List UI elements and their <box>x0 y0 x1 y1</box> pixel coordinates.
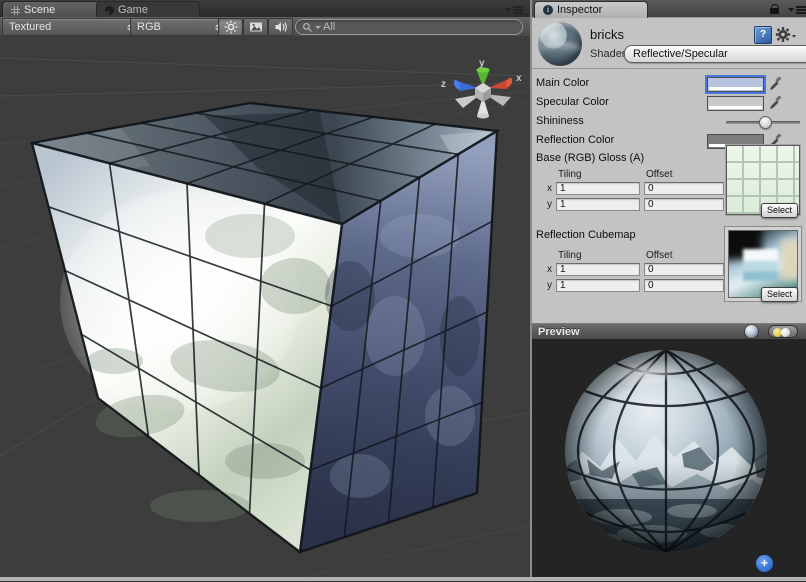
draw-mode-value: Textured <box>9 21 51 33</box>
gizmo-z-label: z <box>441 79 446 90</box>
color-mode-dropdown[interactable]: RGB <box>130 18 228 36</box>
base-offset-x-field[interactable] <box>644 182 724 195</box>
shader-dropdown-value: Reflective/Specular <box>633 48 728 60</box>
reflection-cubemap-label: Reflection Cubemap <box>536 229 636 241</box>
cubemap-tiling-header: Tiling <box>558 250 582 261</box>
cubemap-offset-x-field[interactable] <box>644 263 724 276</box>
gizmo-y-label: y <box>479 58 485 69</box>
inspector-panel: i Inspector bricks Shader Reflective/Spe… <box>532 0 806 581</box>
scene-panel: Scene Game Textured RGB <box>0 0 530 581</box>
shader-label: Shader <box>590 48 625 60</box>
base-y-axis-label: y <box>547 199 552 210</box>
tab-game-label: Game <box>118 4 148 16</box>
cubemap-select-button[interactable]: Select <box>761 287 798 302</box>
lighting-toggle-button[interactable] <box>218 18 243 36</box>
tab-scene[interactable]: Scene <box>2 1 104 18</box>
header-divider <box>532 68 806 69</box>
scene-tabbar: Scene Game <box>0 0 530 18</box>
scene-orientation-gizmo[interactable]: y x z <box>441 58 522 119</box>
help-button[interactable]: ? <box>754 26 772 44</box>
cubemap-x-axis-label: x <box>547 264 552 275</box>
audio-toggle-button[interactable] <box>268 18 293 36</box>
shininess-label: Shininess <box>536 115 584 127</box>
base-x-axis-label: x <box>547 183 552 194</box>
specular-color-label: Specular Color <box>536 96 609 108</box>
sun-icon <box>224 20 238 34</box>
tab-inspector-label: Inspector <box>557 4 602 16</box>
skybox-toggle-button[interactable] <box>243 18 268 36</box>
base-texture-select-button[interactable]: Select <box>761 203 798 218</box>
scene-search-field[interactable]: All <box>295 19 523 35</box>
material-preview-area[interactable]: + <box>532 339 806 577</box>
shader-dropdown[interactable]: Reflective/Specular <box>624 45 806 63</box>
white-sphere-icon <box>781 328 790 337</box>
slider-handle[interactable] <box>759 116 772 129</box>
preview-reflection-probes-button[interactable] <box>768 325 798 338</box>
search-filter-label: All <box>323 21 335 33</box>
material-preview-thumbnail[interactable] <box>538 22 582 66</box>
base-tiling-header: Tiling <box>558 169 582 180</box>
window-bottom-edge <box>0 577 806 581</box>
base-tiling-x-field[interactable] <box>556 182 640 195</box>
gear-menu-button[interactable] <box>775 26 797 43</box>
scene-3d-render: y x z <box>0 36 530 577</box>
search-filter-caret-icon <box>315 26 321 29</box>
cubemap-offset-header: Offset <box>646 250 673 261</box>
base-tiling-y-field[interactable] <box>556 198 640 211</box>
preview-sphere-render <box>532 339 806 577</box>
scene-viewport[interactable]: y x z <box>0 36 530 577</box>
inspector-pane-menu-icon[interactable] <box>788 5 806 15</box>
inspector-tabbar: i Inspector <box>532 0 806 18</box>
image-icon <box>249 21 263 33</box>
base-texture-label: Base (RGB) Gloss (A) <box>536 152 644 164</box>
preview-title: Preview <box>538 326 580 338</box>
scene-pane-menu-icon[interactable] <box>505 5 523 15</box>
cubemap-tiling-x-field[interactable] <box>556 263 640 276</box>
game-icon <box>105 6 114 15</box>
reflective-cube[interactable] <box>32 103 497 552</box>
color-mode-value: RGB <box>137 21 161 33</box>
material-name: bricks <box>590 27 624 42</box>
main-color-eyedropper-icon[interactable] <box>768 76 782 92</box>
base-offset-header: Offset <box>646 169 673 180</box>
scene-grid-icon <box>11 6 20 15</box>
lock-icon[interactable] <box>770 4 781 14</box>
alpha-strip <box>709 87 762 90</box>
search-icon <box>302 22 313 33</box>
specular-color-eyedropper-icon[interactable] <box>768 95 782 111</box>
speaker-icon <box>274 21 288 33</box>
alpha-strip <box>709 106 762 109</box>
main-color-label: Main Color <box>536 77 589 89</box>
tab-scene-label: Scene <box>24 4 55 16</box>
base-offset-y-field[interactable] <box>644 198 724 211</box>
tab-inspector[interactable]: i Inspector <box>534 1 648 18</box>
tab-game[interactable]: Game <box>96 1 200 18</box>
cubemap-tiling-y-field[interactable] <box>556 279 640 292</box>
reflection-color-label: Reflection Color <box>536 134 614 146</box>
draw-mode-dropdown[interactable]: Textured <box>2 18 140 36</box>
info-icon: i <box>543 5 553 15</box>
preview-lighting-button[interactable] <box>745 325 758 338</box>
gizmo-x-label: x <box>516 73 522 84</box>
main-color-swatch[interactable] <box>707 77 764 92</box>
specular-color-swatch[interactable] <box>707 96 764 111</box>
add-button[interactable]: + <box>756 555 773 572</box>
scene-toolbar: Textured RGB <box>0 17 530 37</box>
shininess-slider[interactable] <box>726 115 800 130</box>
cubemap-offset-y-field[interactable] <box>644 279 724 292</box>
cubemap-y-axis-label: y <box>547 280 552 291</box>
gear-icon <box>775 26 797 43</box>
